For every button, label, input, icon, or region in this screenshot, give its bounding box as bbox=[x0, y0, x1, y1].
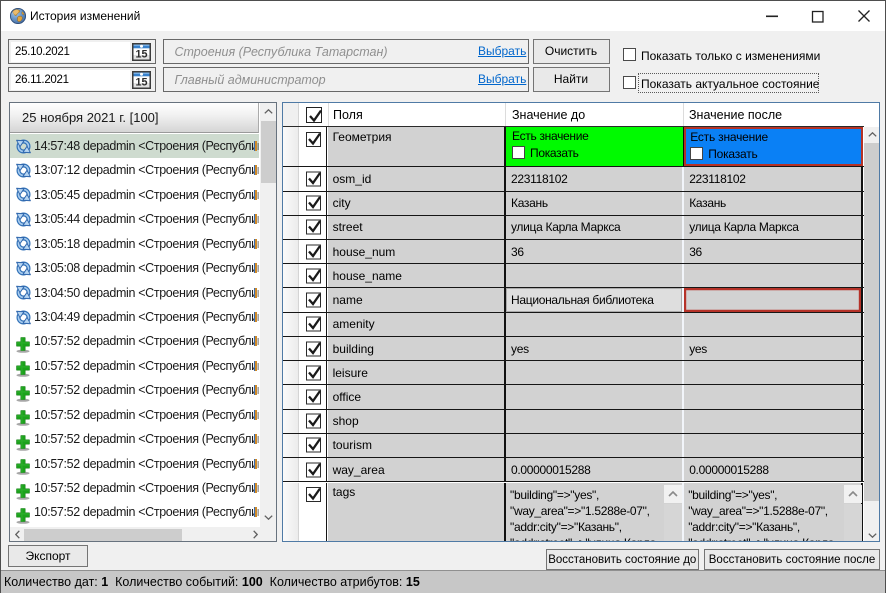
svg-text:15: 15 bbox=[135, 76, 147, 88]
svg-text:15: 15 bbox=[135, 48, 147, 60]
